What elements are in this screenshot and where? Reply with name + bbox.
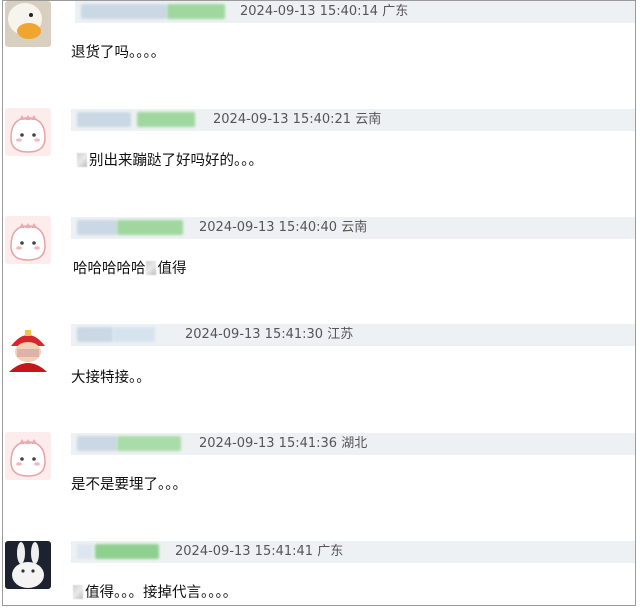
location-value: 湖北 <box>341 436 368 451</box>
redacted-mosaic <box>73 585 83 599</box>
comment-text: 值得。。。接掉代言。。。。 <box>73 581 237 602</box>
timestamp-value: 2024-09-13 15:41:36 <box>199 436 338 451</box>
username-redacted[interactable] <box>77 220 117 235</box>
username-redacted[interactable] <box>95 544 159 559</box>
username-redacted[interactable] <box>77 327 113 342</box>
location-value: 云南 <box>341 220 368 235</box>
location-value: 江苏 <box>327 327 354 342</box>
comment-text-value: 值得。。。接掉代言。。。。 <box>85 585 238 601</box>
comment-timestamp: 2024-09-13 15:40:14 广东 <box>240 1 408 23</box>
comment-text: 哈哈哈哈哈 值得 <box>73 257 187 278</box>
username-redacted[interactable] <box>137 112 195 127</box>
comment-timestamp: 2024-09-13 15:40:21 云南 <box>213 109 381 131</box>
comment-meta-bar: 2024-09-13 15:41:36 湖北 <box>71 433 635 455</box>
username-redacted[interactable] <box>81 4 167 19</box>
comment-timestamp: 2024-09-13 15:41:36 湖北 <box>199 433 367 455</box>
pink-cartoon-avatar-icon[interactable] <box>5 432 51 480</box>
location-value: 广东 <box>317 544 344 559</box>
username-redacted[interactable] <box>167 4 225 19</box>
comment-meta-bar: 2024-09-13 15:40:40 云南 <box>71 217 635 239</box>
redacted-mosaic <box>145 261 156 275</box>
comment-text: 别出来蹦跶了好吗好的。。。 <box>77 149 263 170</box>
comment-text: 退货了吗。。。。 <box>71 45 166 61</box>
pink-cartoon-avatar-icon[interactable] <box>5 108 51 156</box>
username-redacted[interactable] <box>113 327 155 342</box>
comment-timestamp: 2024-09-13 15:41:30 江苏 <box>185 324 353 346</box>
red-character-avatar-icon[interactable] <box>5 324 51 372</box>
comment-list: 2024-09-13 15:40:14 广东 退货了吗。。。。 2024-09-… <box>2 0 636 606</box>
comment-timestamp: 2024-09-13 15:40:40 云南 <box>199 217 367 239</box>
comment-text-value: 哈哈哈哈哈 <box>73 261 146 277</box>
timestamp-value: 2024-09-13 15:41:30 <box>185 327 324 342</box>
username-redacted[interactable] <box>77 112 131 127</box>
redacted-mosaic <box>77 153 87 167</box>
timestamp-value: 2024-09-13 15:41:41 <box>175 544 314 559</box>
duck-avatar-icon[interactable] <box>5 1 51 47</box>
username-redacted[interactable] <box>117 436 181 451</box>
username-redacted[interactable] <box>77 544 93 559</box>
comment-text-value: 别出来蹦跶了好吗好的。。。 <box>89 153 263 169</box>
white-rabbit-avatar-icon[interactable] <box>5 541 51 589</box>
comment-timestamp: 2024-09-13 15:41:41 广东 <box>175 541 343 563</box>
location-value: 云南 <box>355 112 382 127</box>
comment-text-suffix: 值得 <box>157 261 187 277</box>
comment-text: 大接特接。。 <box>71 370 151 386</box>
timestamp-value: 2024-09-13 15:40:40 <box>199 220 338 235</box>
comment-meta-bar: 2024-09-13 15:41:41 广东 <box>71 541 635 563</box>
comment-meta-bar: 2024-09-13 15:40:21 云南 <box>71 109 635 131</box>
pink-cartoon-avatar-icon[interactable] <box>5 216 51 264</box>
location-value: 广东 <box>382 4 409 19</box>
comment-meta-bar: 2024-09-13 15:41:30 江苏 <box>71 324 635 346</box>
username-redacted[interactable] <box>117 220 183 235</box>
comment-meta-bar: 2024-09-13 15:40:14 广东 <box>75 1 635 23</box>
comment-text: 是不是要埋了。。。 <box>71 477 187 493</box>
username-redacted[interactable] <box>77 436 117 451</box>
timestamp-value: 2024-09-13 15:40:14 <box>240 4 379 19</box>
timestamp-value: 2024-09-13 15:40:21 <box>213 112 352 127</box>
